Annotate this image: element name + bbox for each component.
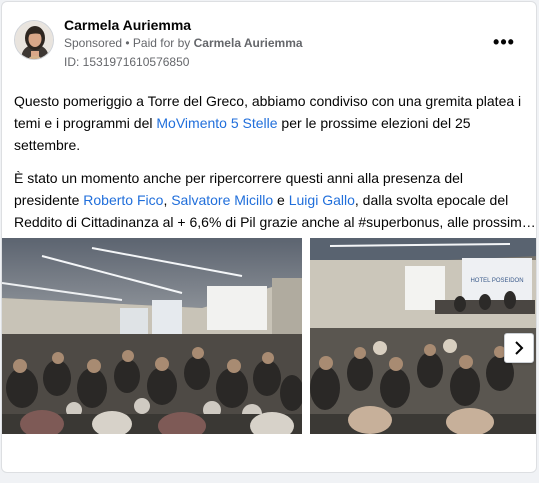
text-span: presidente: [14, 192, 84, 208]
author-avatar[interactable]: [14, 20, 54, 60]
more-options-button[interactable]: •••: [492, 32, 516, 52]
text-span: È stato un momento anche per ripercorrer…: [14, 170, 464, 186]
movimento-link[interactable]: MoVimento 5 Stelle: [156, 115, 277, 131]
text-span: Reddito di Cittadinanza al + 6,6% di Pil…: [14, 214, 536, 230]
paragraph-2: È stato un momento anche per ripercorrer…: [14, 167, 536, 233]
sponsored-label[interactable]: Sponsored: [64, 36, 122, 50]
luigi-gallo-link[interactable]: Luigi Gallo: [289, 192, 355, 208]
text-span: , dalla svolta epocale del: [354, 192, 509, 208]
post-header: Carmela Auriemma Sponsored • Paid for by…: [14, 14, 524, 74]
carousel-photo-2[interactable]: HOTEL POSEIDON: [310, 238, 536, 434]
carousel-photo-1[interactable]: [2, 238, 302, 434]
sponsored-line: Sponsored • Paid for by Carmela Auriemma: [64, 36, 303, 50]
conference-stage-photo: HOTEL POSEIDON: [310, 238, 536, 434]
paid-prefix: Paid for by: [132, 36, 194, 50]
paragraph-1: Questo pomeriggio a Torre del Greco, abb…: [14, 90, 529, 156]
ad-id: ID: 1531971610576850: [64, 55, 190, 69]
photo-carousel: HOTEL POSEIDON: [2, 238, 536, 434]
author-name[interactable]: Carmela Auriemma: [64, 17, 191, 33]
roberto-fico-link[interactable]: Roberto Fico: [83, 192, 163, 208]
more-horizontal-icon: •••: [493, 31, 515, 52]
carousel-next-button[interactable]: [504, 333, 534, 363]
meta-separator: •: [122, 36, 133, 50]
ad-post-card: Carmela Auriemma Sponsored • Paid for by…: [1, 1, 537, 473]
hotel-sign-text: HOTEL POSEIDON: [470, 278, 523, 284]
paid-by-name: Carmela Auriemma: [193, 36, 303, 50]
conference-room-photo: [2, 238, 302, 434]
chevron-right-icon: [515, 341, 524, 355]
avatar-image: [15, 21, 53, 59]
salvatore-micillo-link[interactable]: Salvatore Micillo: [171, 192, 273, 208]
text-span: e: [273, 192, 289, 208]
post-body: Questo pomeriggio a Torre del Greco, abb…: [14, 90, 536, 244]
